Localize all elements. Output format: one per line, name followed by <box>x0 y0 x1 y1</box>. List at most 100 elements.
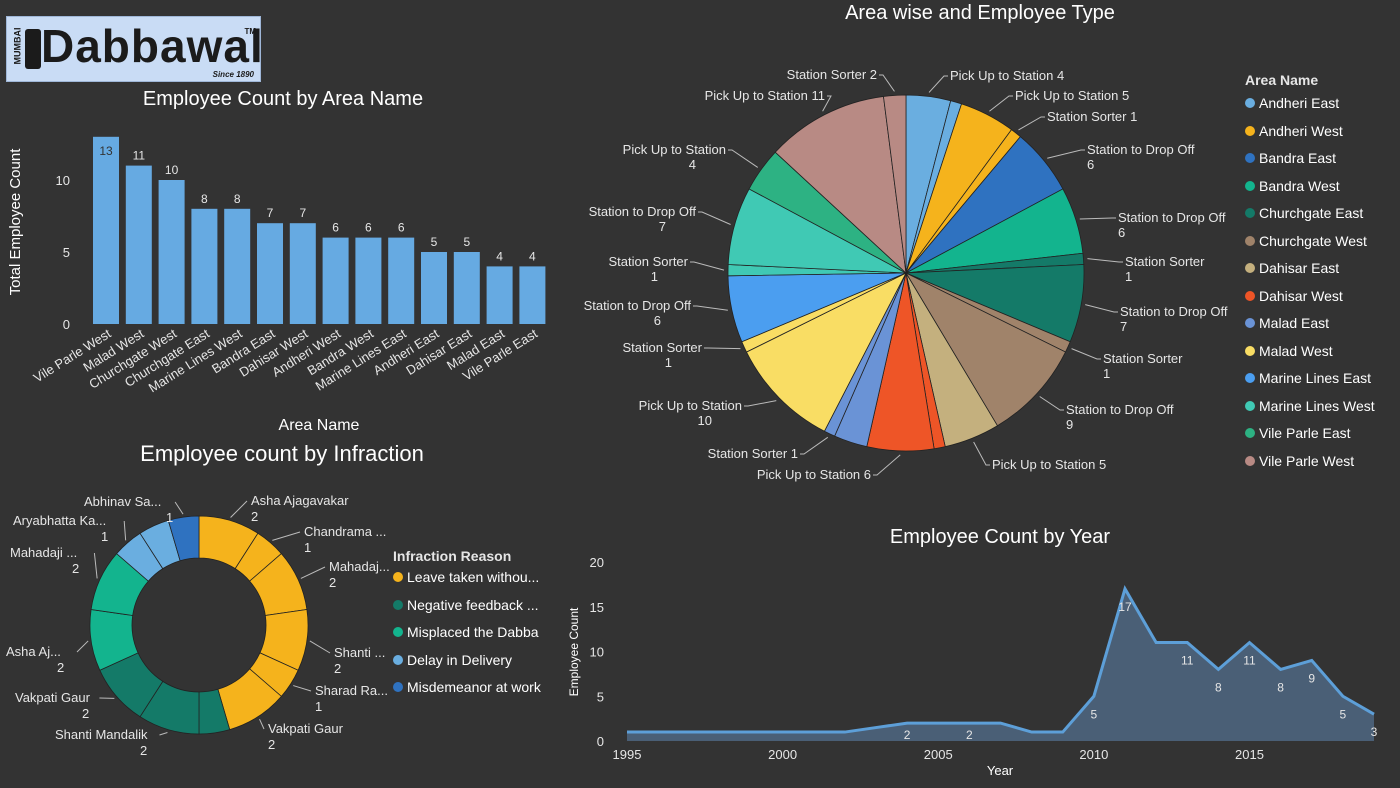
bar-value-label: 5 <box>431 235 438 249</box>
area-x-tick: 2015 <box>1235 747 1264 762</box>
legend-label: Dahisar West <box>1259 287 1343 304</box>
area-legend-item[interactable]: Vile Parle West <box>1245 453 1354 469</box>
bar-chart-title: Employee Count by Area Name <box>142 88 424 110</box>
pie-leader-line <box>879 74 895 92</box>
pie-slice-label: Station to Drop Off <box>584 298 692 313</box>
donut-slice-value: 1 <box>166 510 173 525</box>
pie-leader-line <box>698 211 731 225</box>
dabbawala-logo: MUMBAI Dabbawala TM Since 1890 <box>6 16 261 82</box>
area-legend-item[interactable]: Dahisar East <box>1245 260 1339 276</box>
area-point-label: 9 <box>1308 671 1315 685</box>
pie-slice-label: Station Sorter 1 <box>708 446 798 461</box>
donut-leader-line <box>93 552 98 579</box>
area-y-tick: 20 <box>590 555 604 570</box>
legend-label: Malad East <box>1259 315 1330 331</box>
pie-slice-value: 6 <box>1087 157 1094 172</box>
logo-since: Since 1890 <box>212 70 254 79</box>
infraction-legend-item[interactable]: Misdemeanor at work <box>393 679 541 695</box>
legend-dot-icon <box>1245 373 1255 383</box>
legend-dot-icon <box>393 654 403 665</box>
donut-slice-label: Asha Ajagavakar <box>251 493 349 508</box>
area-legend-item[interactable]: Andheri West <box>1245 123 1343 139</box>
pie-slice-value: 7 <box>1120 319 1127 334</box>
area-x-tick: 2005 <box>924 747 953 762</box>
area-point-label: 2 <box>966 728 973 742</box>
infraction-legend-item[interactable]: Negative feedback ... <box>393 597 539 613</box>
donut-leader-line <box>174 501 184 515</box>
pie-slice-label: Station to Drop Off <box>1120 304 1228 319</box>
legend-dot-icon <box>1245 455 1255 466</box>
infraction-legend-item[interactable]: Misplaced the Dabba <box>393 624 539 640</box>
bar <box>355 237 382 324</box>
area-y-axis-label: Employee Count <box>567 607 581 696</box>
bar <box>421 252 447 324</box>
logo-tm: TM <box>244 27 256 36</box>
bar <box>486 266 513 324</box>
donut-slice-value: 2 <box>334 661 341 676</box>
pie-leader-line <box>744 400 777 407</box>
legend-dot-icon <box>1245 290 1255 301</box>
area-point-label: 5 <box>1340 707 1347 721</box>
donut-slice-label: Abhinav Sa... <box>84 494 161 509</box>
area-legend-item[interactable]: Marine Lines West <box>1245 398 1375 414</box>
pie-slice-value: 4 <box>689 157 696 172</box>
bar-value-label: 5 <box>463 235 470 249</box>
pie-slice-label: Pick Up to Station <box>623 142 726 157</box>
pie-slice-label: Station Sorter <box>1125 254 1205 269</box>
area-legend-item[interactable]: Dahisar West <box>1245 288 1343 304</box>
area-legend-item[interactable]: Bandra West <box>1245 178 1340 194</box>
area-legend-item[interactable]: Churchgate East <box>1245 205 1363 221</box>
donut-leader-line <box>259 719 265 730</box>
bar-value-label: 7 <box>299 206 306 220</box>
donut-slice-label: Shanti Mandalik <box>55 727 148 742</box>
area-legend-item[interactable]: Malad West <box>1245 343 1333 359</box>
legend-label: Vile Parle East <box>1259 425 1351 441</box>
area-chart: 0 5 10 15 20 1995 2000 2005 2010 2015 Employee Cou… <box>567 555 1378 778</box>
pie-slice-label: Station to Drop Off <box>1087 142 1195 157</box>
area-legend-item[interactable]: Bandra East <box>1245 150 1336 166</box>
area-x-tick: 2000 <box>768 747 797 762</box>
infraction-legend-title: Infraction Reason <box>393 548 512 564</box>
pie-slice-label: Pick Up to Station 11 <box>705 88 825 103</box>
pie-slice-label: Station Sorter 2 <box>787 67 877 82</box>
donut-slice-label: Shanti ... <box>334 645 385 660</box>
legend-label: Marine Lines East <box>1259 370 1372 386</box>
pie-chart: Pick Up to Station 4 Pick Up to Station 5… <box>584 67 1228 482</box>
legend-dot-icon <box>1245 318 1255 328</box>
area-legend-item[interactable]: Vile Parle East <box>1245 425 1351 441</box>
infraction-legend-item[interactable]: Leave taken withou... <box>393 569 539 585</box>
bar-x-axis-label: Area Name <box>279 417 360 434</box>
pie-leader-line <box>989 95 1013 112</box>
legend-dot-icon <box>1245 125 1255 136</box>
area-legend-item[interactable]: Malad East <box>1245 315 1329 331</box>
donut-slice-value: 2 <box>268 737 275 752</box>
pie-slice-value: 9 <box>1066 417 1073 432</box>
bar <box>322 237 349 324</box>
legend-label: Negative feedback ... <box>407 596 539 613</box>
donut-slice-label: Asha Aj... <box>6 644 61 659</box>
legend-label: Misdemeanor at work <box>407 679 541 695</box>
donut-slice-value: 2 <box>140 743 147 758</box>
infraction-legend-item[interactable]: Delay in Delivery <box>393 652 512 668</box>
area-legend-item[interactable]: Marine Lines East <box>1245 370 1371 386</box>
bar-y-tick: 10 <box>56 173 70 188</box>
pie-leader-line <box>690 261 725 271</box>
donut-leader-line <box>309 640 331 654</box>
bar <box>158 180 185 324</box>
legend-label: Malad West <box>1259 342 1333 359</box>
pie-slice-label: Station Sorter <box>609 254 689 269</box>
donut-slice-value: 2 <box>329 575 336 590</box>
bar <box>224 208 251 324</box>
pie-slice-value: 10 <box>698 413 712 428</box>
bar-value-label: 4 <box>496 249 503 263</box>
area-legend-item[interactable]: Andheri East <box>1245 95 1339 111</box>
donut-slice-value: 1 <box>101 529 108 544</box>
donut-leader-line <box>76 640 89 653</box>
area-point-label: 2 <box>904 728 911 742</box>
area-legend-item[interactable]: Churchgate West <box>1245 233 1367 249</box>
legend-dot-icon <box>393 627 403 637</box>
donut-leader-line <box>293 685 312 692</box>
bar-value-label: 13 <box>99 144 113 158</box>
bar-y-tick: 0 <box>63 317 70 332</box>
pie-slice-value: 1 <box>1125 269 1132 284</box>
